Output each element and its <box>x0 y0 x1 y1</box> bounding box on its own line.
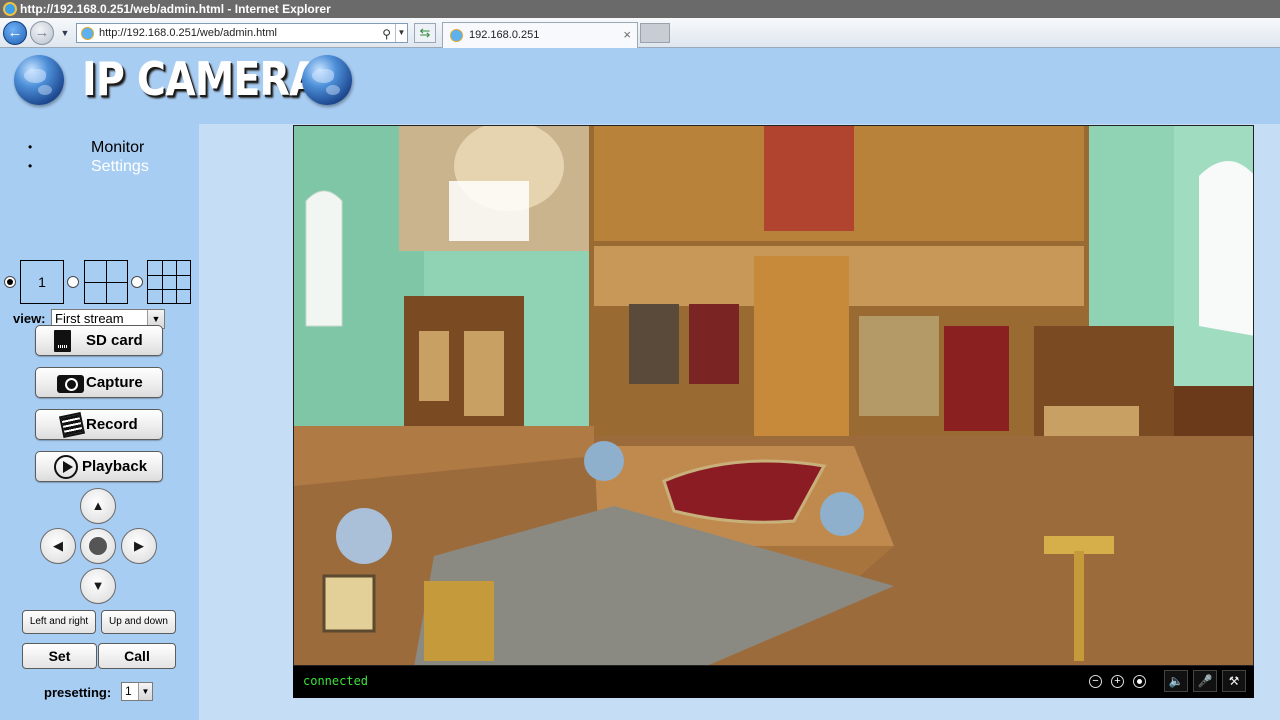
left-icon-2 <box>464 331 504 416</box>
globe-logo-icon <box>14 55 64 105</box>
layout-4-radio[interactable] <box>67 276 79 288</box>
record-label: Record <box>86 416 138 433</box>
zoom-out-icon[interactable]: − <box>1089 675 1102 688</box>
ptz-left-button[interactable]: ◀ <box>40 528 76 564</box>
mic-mute-icon[interactable]: 🎤 <box>1193 670 1217 692</box>
presetting-label: presetting: <box>44 685 112 700</box>
set-preset-button[interactable]: Set <box>22 643 97 669</box>
arrow-left-icon: ← <box>7 24 23 41</box>
camera-admin-page: IP CAMERA • Monitor • Settings 1 view: F… <box>0 48 1280 720</box>
sd-card-button[interactable]: SD card <box>35 325 163 356</box>
close-tab-icon[interactable]: × <box>623 23 631 47</box>
chevron-down-icon[interactable]: ▼ <box>138 683 152 700</box>
ptz-down-button[interactable]: ▼ <box>80 568 116 604</box>
layout-1-radio[interactable] <box>4 276 16 288</box>
ptz-tools-icon[interactable]: ⚒ <box>1222 670 1246 692</box>
icon-saint <box>629 304 679 384</box>
menu-item-label: Monitor <box>91 139 145 156</box>
live-video-feed[interactable] <box>293 125 1254 666</box>
menu-item-monitor[interactable]: • Monitor <box>28 138 149 157</box>
address-bar[interactable]: http://192.168.0.251/web/admin.html ⚲ ▼ <box>76 23 408 43</box>
record-button[interactable]: Record <box>35 409 163 440</box>
tab-title: 192.168.0.251 <box>469 29 540 41</box>
ptz-right-button[interactable]: ▶ <box>121 528 157 564</box>
menu-item-settings[interactable]: • Settings <box>28 157 149 176</box>
play-circle-icon <box>54 455 78 479</box>
refresh-button[interactable]: ⇆ <box>414 23 436 43</box>
view-label: view: <box>13 311 46 326</box>
light-glare <box>449 181 529 241</box>
arrow-right-icon: ▶ <box>134 538 144 553</box>
capture-button[interactable]: Capture <box>35 367 163 398</box>
bullet-icon: • <box>28 159 33 173</box>
layout-9-radio[interactable] <box>131 276 143 288</box>
window-title: http://192.168.0.251/web/admin.html - In… <box>20 2 331 16</box>
arrow-up-icon: ▲ <box>91 498 105 513</box>
icon-christ <box>944 326 1009 431</box>
icon-virgin <box>689 304 739 384</box>
flower-bouquet <box>820 492 864 536</box>
icon-on-stand <box>322 574 376 633</box>
playback-button[interactable]: Playback <box>35 451 163 482</box>
new-tab-button[interactable] <box>640 23 670 43</box>
arrow-right-icon: → <box>34 24 50 41</box>
flower-bouquet <box>584 441 624 481</box>
forward-button[interactable]: → <box>30 21 54 45</box>
candelabra-stem <box>1074 551 1084 661</box>
candle-stand <box>424 581 494 661</box>
refresh-icon: ⇆ <box>419 25 431 40</box>
window-right <box>1199 161 1253 336</box>
speaker-mute-icon[interactable]: 🔈 <box>1164 670 1188 692</box>
icon-trinity <box>859 316 939 416</box>
address-text: http://192.168.0.251/web/admin.html <box>99 27 277 39</box>
page-icon <box>81 27 94 40</box>
quad-view-layout-icon[interactable] <box>84 260 128 304</box>
nine-view-layout-icon[interactable] <box>147 260 191 304</box>
playback-label: Playback <box>82 458 148 475</box>
control-sidebar: • Monitor • Settings 1 view: First strea… <box>0 124 199 720</box>
browser-title-bar: http://192.168.0.251/web/admin.html - In… <box>0 0 1280 18</box>
zoom-in-icon[interactable]: + <box>1111 675 1124 688</box>
left-and-right-button[interactable]: Left and right <box>22 610 96 634</box>
globe-logo-icon <box>302 55 352 105</box>
internet-explorer-icon <box>3 2 17 16</box>
call-preset-button[interactable]: Call <box>98 643 176 669</box>
history-dropdown-icon[interactable]: ▼ <box>58 26 72 40</box>
connection-status: connected <box>303 674 369 688</box>
browser-tab[interactable]: 192.168.0.251 × <box>442 22 638 48</box>
window-left <box>305 190 343 327</box>
film-strip-icon <box>58 411 86 439</box>
main-menu: • Monitor • Settings <box>28 138 149 176</box>
main-content: connected − + 🔈 🎤 ⚒ <box>199 124 1280 720</box>
church-interior-video-frame <box>294 126 1253 665</box>
left-icon <box>419 331 449 401</box>
preset-select-value: 1 <box>125 684 132 698</box>
arrow-left-icon: ◀ <box>53 538 63 553</box>
bullet-icon: • <box>28 140 33 154</box>
sd-card-label: SD card <box>86 332 143 349</box>
browser-nav-bar: ← → ▼ http://192.168.0.251/web/admin.htm… <box>0 18 1280 48</box>
arrow-down-icon: ▼ <box>91 578 105 593</box>
ptz-center-button[interactable] <box>80 528 116 564</box>
video-status-bar: connected − + 🔈 🎤 ⚒ <box>293 666 1254 698</box>
ptz-up-button[interactable]: ▲ <box>80 488 116 524</box>
sd-card-icon <box>54 330 71 352</box>
flower-bouquet <box>336 508 392 564</box>
up-and-down-button[interactable]: Up and down <box>101 610 176 634</box>
logo-title: IP CAMERA <box>82 52 320 106</box>
record-dot-icon[interactable] <box>1133 675 1146 688</box>
preset-select[interactable]: 1 ▼ <box>121 682 153 701</box>
capture-label: Capture <box>86 374 143 391</box>
tab-page-icon <box>450 29 463 42</box>
back-button[interactable]: ← <box>3 21 27 45</box>
menu-item-label: Settings <box>91 158 149 175</box>
camera-icon <box>57 375 84 393</box>
search-icon[interactable]: ⚲ <box>382 25 391 43</box>
address-dropdown-icon[interactable]: ▼ <box>395 24 407 42</box>
stream-select-value: First stream <box>55 311 124 326</box>
royal-doors <box>754 256 849 446</box>
central-icon <box>764 126 854 231</box>
single-view-layout-icon[interactable]: 1 <box>20 260 64 304</box>
